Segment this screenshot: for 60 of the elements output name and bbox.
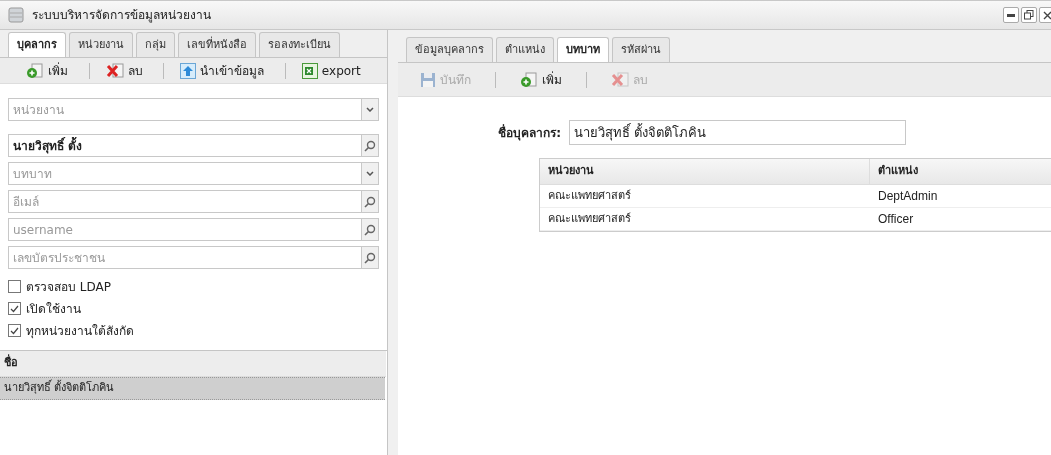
checkbox-label: เปิดใช้งาน: [26, 300, 81, 318]
tab[interactable]: รหัสผ่าน: [612, 37, 670, 62]
chevron-down-icon: [366, 171, 374, 176]
database-icon: [8, 7, 24, 23]
column-header: หน่วยงาน: [540, 159, 870, 184]
tab[interactable]: ข้อมูลบุคลากร: [406, 37, 493, 62]
search-field[interactable]: เลขบัตรประชาชน: [8, 246, 361, 269]
search-icon: [364, 223, 376, 236]
toolbar-button[interactable]: เพิ่ม: [520, 70, 562, 89]
search-trigger[interactable]: [361, 134, 379, 157]
checkbox[interactable]: [8, 302, 21, 315]
tab[interactable]: หน่วยงาน: [69, 32, 133, 57]
checkbox[interactable]: [8, 280, 21, 293]
dropdown-field[interactable]: หน่วยงาน: [8, 98, 361, 121]
window-title: ระบบบริหารจัดการข้อมูลหน่วยงาน: [32, 7, 211, 24]
chevron-down-icon: [366, 107, 374, 112]
minimize-button[interactable]: [1003, 7, 1019, 23]
restore-icon: [1024, 10, 1034, 20]
delete-document-icon: [611, 71, 629, 88]
table-cell-text: คณะแพทยศาสตร์: [547, 210, 632, 227]
input-field[interactable]: นายวิสุทธิ์ ตั้งจิตติโภคิน: [569, 120, 906, 145]
minimize-icon: [1007, 13, 1015, 17]
table-cell-text: คณะแพทยศาสตร์: [547, 187, 632, 204]
toolbar-button[interactable]: นำเข้าข้อมูล: [180, 61, 265, 80]
upload-arrow-icon: [180, 62, 197, 79]
search-icon: [364, 251, 376, 264]
restore-button[interactable]: [1021, 7, 1037, 23]
search-trigger[interactable]: [361, 218, 379, 241]
add-document-icon: [520, 71, 538, 88]
table-cell-text: Officer: [877, 211, 915, 228]
close-icon: [1042, 10, 1051, 20]
checkbox-label: ทุกหน่วยงานใต้สังกัด: [26, 322, 134, 340]
add-document-icon: [26, 62, 45, 79]
dropdown-field[interactable]: บทบาท: [8, 162, 361, 185]
toolbar-button[interactable]: export: [301, 61, 361, 80]
list-row[interactable]: นายวิสุทธิ์ ตั้งจิตติโภคิน: [0, 377, 385, 400]
checkbox-label: ตรวจสอบ LDAP: [26, 278, 111, 296]
column-header: ตำแหน่ง: [877, 163, 919, 180]
tab[interactable]: รอลงทะเบียน: [259, 32, 340, 57]
toolbar-button[interactable]: ลบ: [105, 61, 143, 80]
tab[interactable]: เลขที่หนังสือ: [178, 32, 256, 57]
search-field[interactable]: อีเมล์: [8, 190, 361, 213]
spreadsheet-icon: [301, 62, 318, 79]
field-label: ชื่อบุคลากร:: [497, 123, 561, 142]
search-trigger[interactable]: [361, 246, 379, 269]
toolbar-button[interactable]: เพิ่ม: [26, 61, 69, 80]
search-icon: [364, 195, 376, 208]
search-icon: [364, 139, 376, 152]
table-cell-text: DeptAdmin: [877, 188, 939, 205]
tab[interactable]: บทบาท: [557, 37, 609, 62]
tab[interactable]: บุคลากร: [8, 32, 66, 57]
close-button[interactable]: [1039, 7, 1051, 23]
search-field[interactable]: username: [8, 218, 361, 241]
tab[interactable]: กลุ่ม: [136, 32, 175, 57]
search-trigger[interactable]: [361, 190, 379, 213]
column-header: ชื่อ: [0, 351, 386, 377]
delete-document-icon: [105, 62, 124, 79]
checkbox[interactable]: [8, 324, 21, 337]
tab[interactable]: ตำแหน่ง: [496, 37, 554, 62]
search-field[interactable]: นายวิสุทธิ์ ตั้ง: [8, 134, 361, 157]
